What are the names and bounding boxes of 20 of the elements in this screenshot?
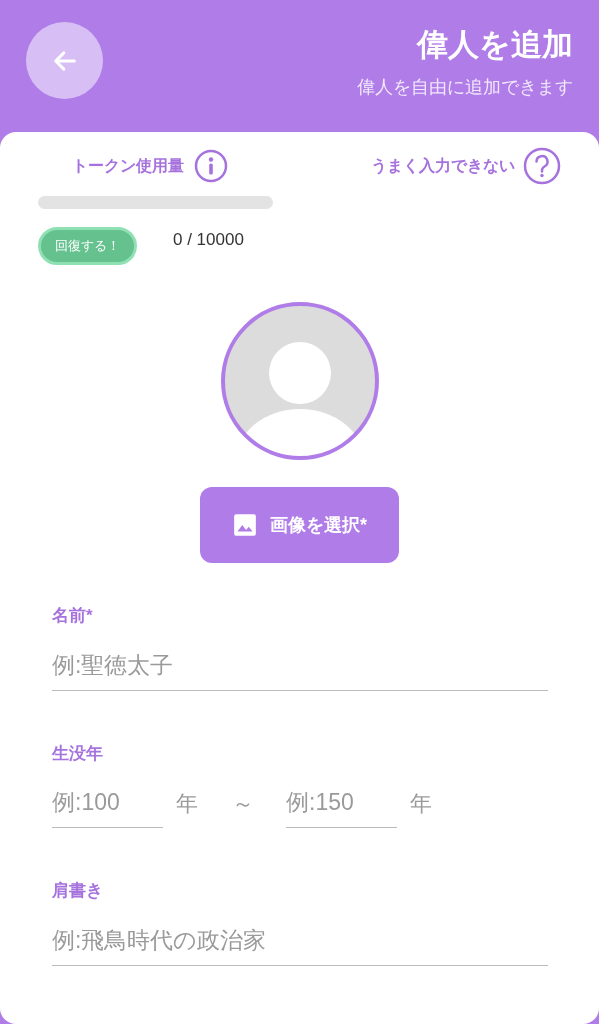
image-icon xyxy=(232,512,258,538)
range-separator: ～ xyxy=(232,789,254,818)
page-title: 偉人を追加 xyxy=(417,26,573,64)
unit-label: 年 xyxy=(410,789,432,818)
field-label: 名前* xyxy=(52,605,94,627)
select-image-button[interactable]: 画像を選択* xyxy=(200,487,399,563)
unit-label: 年 xyxy=(176,789,198,818)
field-label: 生没年 xyxy=(52,742,104,765)
info-icon[interactable] xyxy=(194,149,228,183)
page-subtitle: 偉人を自由に追加できます xyxy=(357,76,573,99)
help-icon[interactable] xyxy=(523,147,561,185)
input-field[interactable]: 例:150 xyxy=(286,778,397,828)
token-usage-label: トークン使用量 xyxy=(72,156,184,176)
input-field[interactable]: 例:聖徳太子 xyxy=(52,640,548,691)
help-link[interactable]: うまく入力できない xyxy=(371,154,515,178)
field-label: 肩書き xyxy=(52,880,104,902)
input-field[interactable]: 例:飛鳥時代の政治家 xyxy=(52,915,548,966)
token-count: 0 / 10000 xyxy=(173,229,244,252)
input-field[interactable]: 例:100 xyxy=(52,778,163,828)
recover-button[interactable]: 回復する！ xyxy=(38,227,137,265)
